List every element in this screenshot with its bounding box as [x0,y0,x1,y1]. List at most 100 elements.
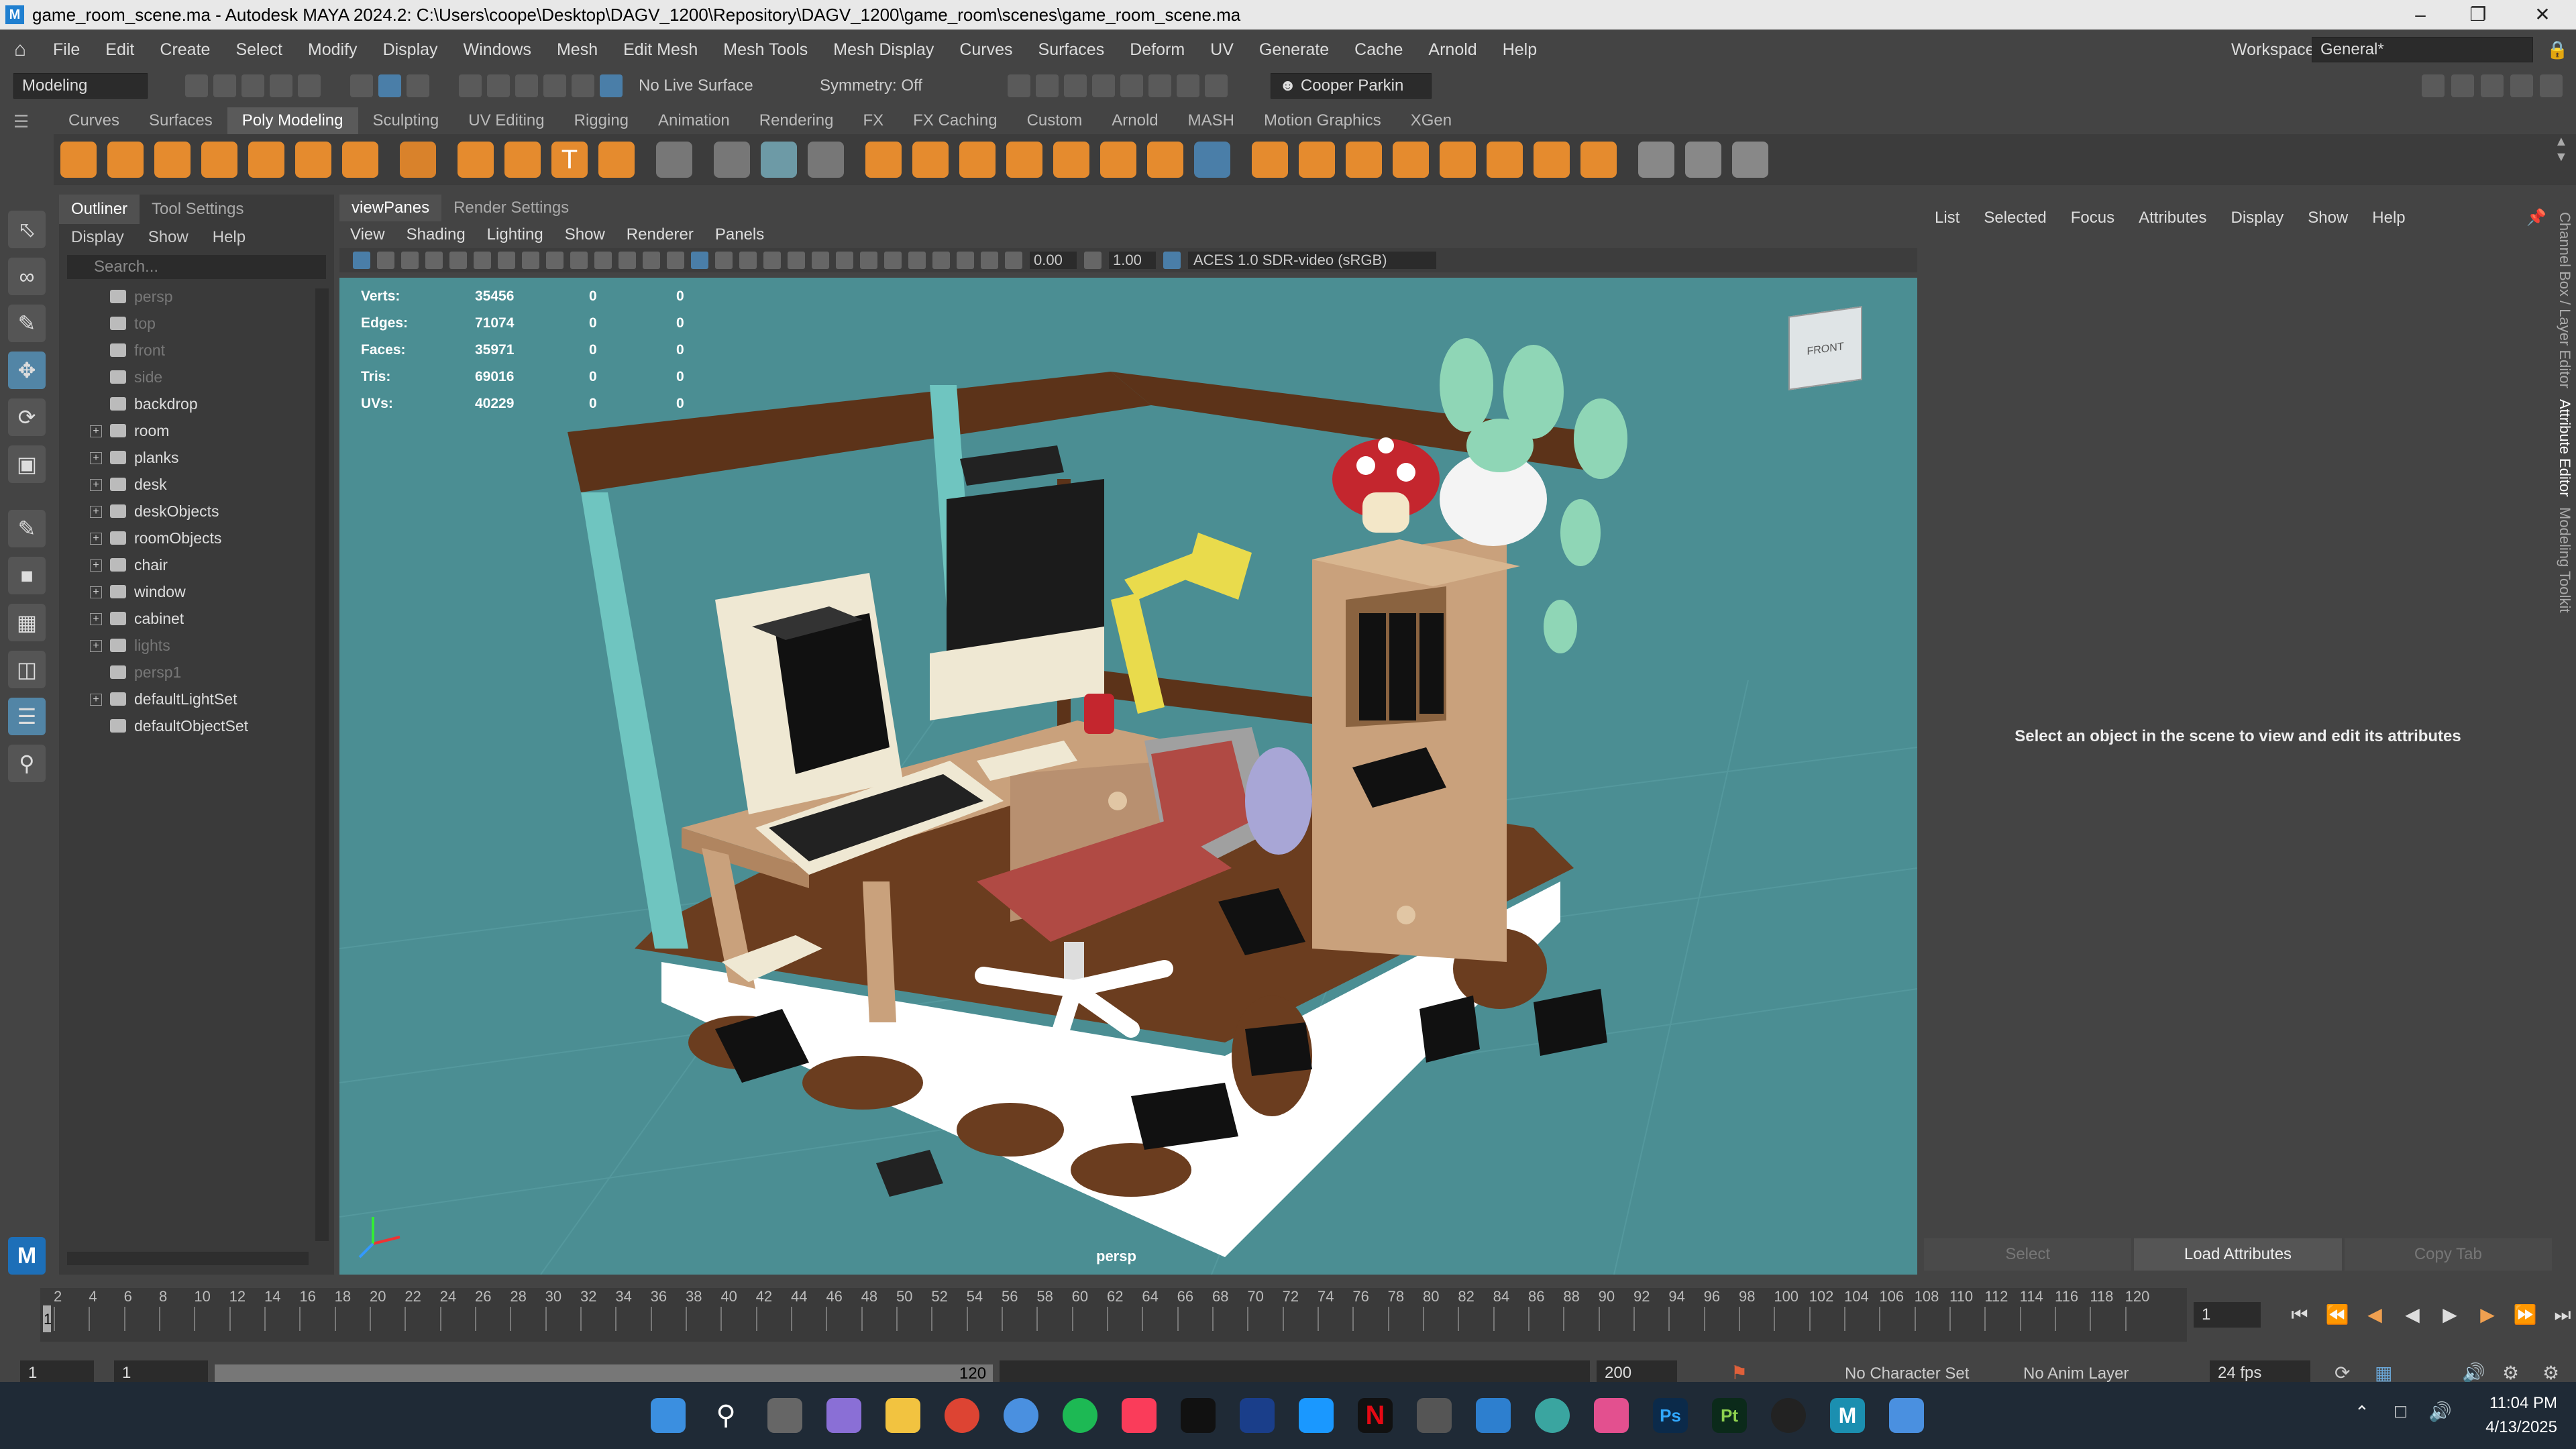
isolate-select-icon[interactable] [932,252,950,269]
tab-channel-box[interactable]: Channel Box / Layer Editor [2556,212,2573,388]
shelf-tab-sculpting[interactable]: Sculpting [358,107,454,134]
search-icon[interactable]: ⚲ [708,1398,743,1433]
attr-menu-attributes[interactable]: Attributes [2127,209,2218,227]
shelf-tab-animation[interactable]: Animation [643,107,745,134]
grease-pencil-icon[interactable] [474,252,491,269]
expand-icon[interactable]: + [90,640,102,652]
extrude-icon[interactable] [1006,142,1042,178]
ipr-render-icon[interactable] [1064,74,1087,97]
outliner-item[interactable]: backdrop [59,390,334,417]
shelf-tab-fx-caching[interactable]: FX Caching [898,107,1012,134]
extract-icon[interactable] [1440,142,1476,178]
wireframe-icon[interactable] [667,252,684,269]
tab-viewpanes[interactable]: viewPanes [339,195,442,221]
shelf-tab-custom[interactable]: Custom [1012,107,1097,134]
view-transform-dropdown[interactable]: ACES 1.0 SDR-video (sRGB) [1188,252,1436,269]
boolean-difference-icon[interactable] [912,142,949,178]
anim-layer-dropdown[interactable]: No Anim Layer [2023,1364,2129,1383]
redo-icon[interactable] [298,74,321,97]
time-ruler[interactable]: 1 2 4 6 8 10 12 14 16 18 20 22 24 26 28 30 32 34 36 38 40 42… [40,1288,2187,1342]
menu-curves[interactable]: Curves [947,40,1025,60]
snap-curve-icon[interactable] [487,74,510,97]
network-icon[interactable]: □ [2395,1401,2406,1422]
poly-cone-icon[interactable] [201,142,237,178]
render-settings-icon[interactable] [1092,74,1115,97]
bridge-icon[interactable] [1053,142,1089,178]
view-cube[interactable]: FRONT [1788,306,1862,390]
go-to-end-icon[interactable]: ⏭ [2551,1303,2575,1327]
save-scene-icon[interactable] [241,74,264,97]
menu-mesh-display[interactable]: Mesh Display [820,40,947,60]
character-set-dropdown[interactable]: No Character Set [1845,1364,1969,1383]
outliner-item[interactable]: + roomObjects [59,525,334,551]
outliner-item[interactable]: + cabinet [59,605,334,632]
apple-tv-icon[interactable] [1181,1398,1216,1433]
combine-icon[interactable] [714,142,750,178]
pin-icon[interactable]: 📌 [2526,208,2546,227]
outliner-item[interactable]: side [59,364,334,390]
outliner-item[interactable]: + chair [59,551,334,578]
play-backwards-icon[interactable]: ◀ [2400,1303,2424,1327]
camera-attributes-icon[interactable] [377,252,394,269]
outliner-menu-display[interactable]: Display [59,228,136,247]
expand-icon[interactable]: + [90,559,102,572]
step-forward-frame-icon[interactable]: ▶ [2475,1303,2500,1327]
merge-icon[interactable] [1194,142,1230,178]
home-icon[interactable]: ⌂ [0,38,40,61]
outliner-layout-icon[interactable]: ☰ [8,698,46,735]
tool-settings-icon[interactable] [2510,74,2533,97]
select-button[interactable]: Select [1924,1238,2132,1271]
color-management-icon[interactable] [1163,252,1181,269]
shelf-tab-arnold[interactable]: Arnold [1097,107,1173,134]
render-sequence-icon[interactable] [1036,74,1059,97]
snap-surface-icon[interactable] [572,74,594,97]
shelf-tab-xgen[interactable]: XGen [1396,107,1466,134]
menu-generate[interactable]: Generate [1246,40,1342,60]
exposure-field[interactable]: 0.00 [1030,252,1077,269]
zoom-search-icon[interactable]: ⚲ [8,745,46,782]
default-material-icon[interactable] [715,252,733,269]
outliner-item[interactable]: + planks [59,444,334,471]
file-explorer-icon[interactable] [885,1398,920,1433]
lasso-tool-icon[interactable]: ∞ [8,258,46,295]
shelf-tab-fx[interactable]: FX [849,107,899,134]
viewport-menu-shading[interactable]: Shading [396,225,476,244]
shadows-icon[interactable] [812,252,829,269]
poly-sphere-icon[interactable] [60,142,97,178]
photoshop-icon[interactable]: Ps [1653,1398,1688,1433]
sound-icon[interactable]: 🔊 [2462,1362,2485,1384]
shelf-tab-motion-graphics[interactable]: Motion Graphics [1249,107,1396,134]
tab-modeling-toolkit[interactable]: Modeling Toolkit [2556,507,2573,612]
sweep-mesh-icon[interactable] [656,142,692,178]
outliner-item[interactable]: top [59,310,334,337]
outliner-item[interactable]: + deskObjects [59,498,334,525]
exposure-icon[interactable] [1005,252,1022,269]
smooth-icon[interactable] [808,142,844,178]
copilot-icon[interactable] [826,1398,861,1433]
poke-face-icon[interactable] [1580,142,1617,178]
svg-tool-icon[interactable] [598,142,635,178]
platonic-solid-icon[interactable] [400,142,436,178]
system-clock[interactable]: 11:04 PM 4/13/2025 [2485,1391,2557,1440]
github-icon[interactable] [1771,1398,1806,1433]
go-to-start-icon[interactable]: ⏮ [2288,1303,2312,1327]
rotate-tool-icon[interactable]: ⟳ [8,398,46,436]
resolution-gate-icon[interactable] [546,252,564,269]
outliner-item[interactable]: front [59,337,334,364]
boolean-union-icon[interactable] [865,142,902,178]
attr-menu-show[interactable]: Show [2296,209,2360,227]
attr-menu-list[interactable]: List [1923,209,1972,227]
viewport-menu-panels[interactable]: Panels [704,225,775,244]
gamma-field[interactable]: 1.00 [1109,252,1156,269]
tab-attribute-editor[interactable]: Attribute Editor [2556,399,2573,497]
safe-action-icon[interactable] [619,252,636,269]
step-back-key-icon[interactable]: ⏪ [2325,1303,2349,1327]
grid-icon[interactable] [498,252,515,269]
minimize-icon[interactable]: – [2394,0,2447,30]
field-chart-icon[interactable] [594,252,612,269]
target-weld-icon[interactable] [1346,142,1382,178]
attr-menu-selected[interactable]: Selected [1972,209,2058,227]
painter-icon[interactable]: Pt [1712,1398,1747,1433]
play-forwards-icon[interactable]: ▶ [2438,1303,2462,1327]
safe-title-icon[interactable] [643,252,660,269]
